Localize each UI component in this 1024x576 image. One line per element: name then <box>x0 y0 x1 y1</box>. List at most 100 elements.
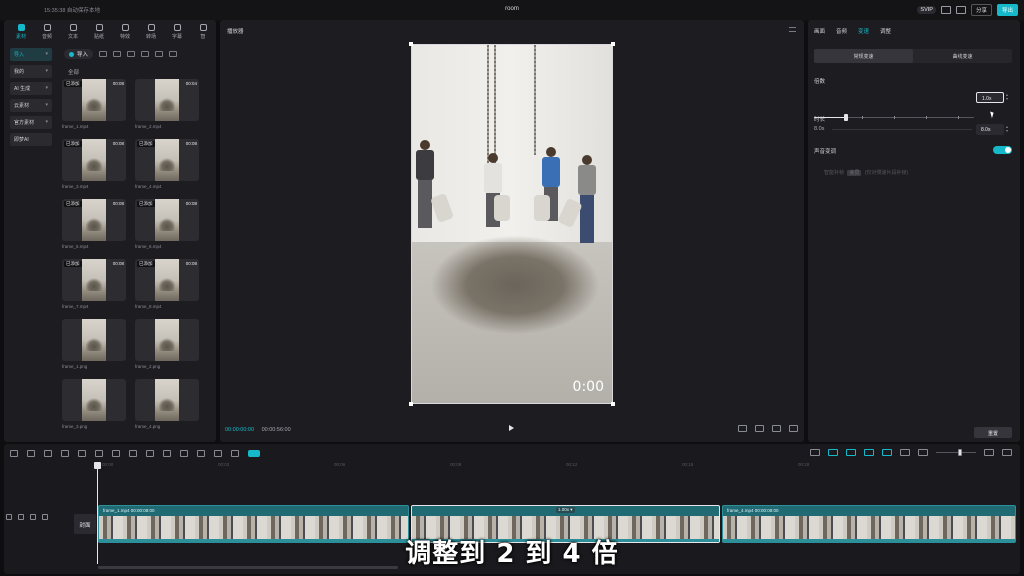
category-import[interactable]: 导入 ▾ <box>10 48 52 61</box>
chevron-down-icon: ▾ <box>45 119 48 125</box>
tool-effects[interactable]: 特效 <box>112 22 138 40</box>
segment-curve-speed[interactable]: 曲线变速 <box>913 49 1012 63</box>
category-official[interactable]: 官方素材 ▾ <box>10 116 52 129</box>
shortcut-icon[interactable] <box>955 6 966 14</box>
zoom-knob[interactable] <box>958 449 962 456</box>
pitch-toggle[interactable] <box>993 146 1012 154</box>
tool-audio[interactable]: 音频 <box>34 22 60 40</box>
split-icon[interactable] <box>61 450 69 457</box>
reset-button[interactable]: 重置 <box>974 427 1012 438</box>
tool-smart[interactable]: 智 <box>190 22 216 40</box>
track-more-icon[interactable] <box>42 514 48 520</box>
snap-icon[interactable] <box>846 449 856 456</box>
ratio-icon[interactable] <box>738 425 747 432</box>
screenshot-icon[interactable] <box>772 425 781 432</box>
duration-stepper-icon[interactable]: ▴ ▾ <box>1006 125 1010 134</box>
tab-audio[interactable]: 音频 <box>836 27 847 35</box>
crop-tool-icon[interactable] <box>214 450 222 457</box>
rotate-icon[interactable] <box>197 450 205 457</box>
fullscreen-icon[interactable] <box>789 425 798 432</box>
media-item[interactable]: 已添加 00:08 frame_8.mp4 <box>135 259 199 309</box>
time-ruler[interactable]: 00:00 00:03 00:06 00:09 00:12 00:15 00:18 <box>98 462 1016 470</box>
speed-slider-knob[interactable] <box>844 114 848 121</box>
mirror-icon[interactable] <box>180 450 188 457</box>
tab-speed[interactable]: 变速 <box>858 27 869 35</box>
clip-speed-badge[interactable]: 1.00x ▾ <box>556 507 575 513</box>
freeze-icon[interactable] <box>146 450 154 457</box>
list-view-icon[interactable] <box>141 51 150 57</box>
preview-axis-icon[interactable] <box>882 449 892 456</box>
split-right-icon[interactable] <box>95 450 103 457</box>
media-item[interactable]: 已添加 00:08 frame_1.mp4 <box>62 79 126 129</box>
segment-normal-speed[interactable]: 常规变速 <box>814 49 913 63</box>
undo-icon[interactable] <box>27 450 35 457</box>
reverse-icon[interactable] <box>163 450 171 457</box>
fit-timeline-icon[interactable] <box>1002 449 1012 456</box>
delete-icon[interactable] <box>112 450 120 457</box>
export-button[interactable]: 导出 <box>996 4 1018 16</box>
media-item[interactable]: frame_2.png <box>135 319 199 369</box>
media-item[interactable]: 已添加 00:08 frame_4.mp4 <box>135 139 199 189</box>
share-button[interactable]: 分享 <box>970 4 992 16</box>
cover-button[interactable]: 封面 <box>74 514 96 534</box>
media-item[interactable]: 00:04 frame_2.mp4 <box>135 79 199 129</box>
track-hide-icon[interactable] <box>18 514 24 520</box>
track-mute-icon[interactable] <box>30 514 36 520</box>
tool-sticker[interactable]: 贴纸 <box>86 22 112 40</box>
redo-icon[interactable] <box>44 450 52 457</box>
zoom-out-icon[interactable] <box>918 449 928 456</box>
tool-caption[interactable]: 字幕 <box>164 22 190 40</box>
media-item[interactable]: frame_3.png <box>62 379 126 429</box>
crop-handle[interactable] <box>611 402 615 406</box>
link-main-track-icon[interactable] <box>828 449 838 456</box>
tool-text[interactable]: 文本 <box>60 22 86 40</box>
multiplier-stepper-icon[interactable]: ▴ ▾ <box>1006 93 1010 102</box>
import-button[interactable]: 导入 <box>64 49 94 59</box>
filter-dropdown-icon[interactable] <box>169 51 178 57</box>
ai-edit-icon[interactable] <box>248 450 260 457</box>
keyframe-icon[interactable] <box>231 450 239 457</box>
play-icon[interactable] <box>509 425 514 431</box>
split-left-icon[interactable] <box>78 450 86 457</box>
sort-icon[interactable] <box>155 51 164 57</box>
layout-icon[interactable] <box>940 6 951 14</box>
svip-badge[interactable]: SVIP <box>917 6 936 14</box>
media-item[interactable]: 已添加 00:08 frame_7.mp4 <box>62 259 126 309</box>
marker-icon[interactable] <box>129 450 137 457</box>
crop-icon[interactable] <box>755 425 764 432</box>
category-jimeng-ai[interactable]: 即梦AI <box>10 133 52 146</box>
crop-handle[interactable] <box>409 42 413 46</box>
caption-track-icon[interactable] <box>900 449 910 456</box>
media-item[interactable]: frame_4.png <box>135 379 199 429</box>
track-header <box>6 514 48 520</box>
category-mine[interactable]: 我的 ▾ <box>10 65 52 78</box>
linkage-icon[interactable] <box>864 449 874 456</box>
filter-icon[interactable] <box>113 51 122 57</box>
zoom-in-icon[interactable] <box>984 449 994 456</box>
grid-view-icon[interactable] <box>99 51 108 57</box>
zoom-slider[interactable] <box>936 449 976 456</box>
multiplier-input[interactable]: 1.0x <box>976 92 1004 103</box>
select-tool-icon[interactable] <box>10 450 18 457</box>
crop-handle[interactable] <box>611 42 615 46</box>
tab-picture[interactable]: 画面 <box>814 27 825 35</box>
video-preview[interactable]: 0:00 <box>411 44 613 404</box>
category-cloud[interactable]: 云素材 ▾ <box>10 99 52 112</box>
ruler-tick-label: 00:18 <box>798 462 810 467</box>
tab-adjust[interactable]: 调整 <box>880 27 891 35</box>
media-item[interactable]: 已添加 00:08 frame_6.mp4 <box>135 199 199 249</box>
category-ai-generate[interactable]: AI 生成 ▾ <box>10 82 52 95</box>
player-menu-icon[interactable] <box>789 27 796 32</box>
speed-slider[interactable] <box>814 114 974 121</box>
crop-handle[interactable] <box>409 402 413 406</box>
media-item[interactable]: 已添加 00:08 frame_3.mp4 <box>62 139 126 189</box>
media-item[interactable]: frame_1.png <box>62 319 126 369</box>
media-item[interactable]: 已添加 00:08 frame_5.mp4 <box>62 199 126 249</box>
tool-media[interactable]: 素材 <box>8 22 34 40</box>
slider-tick <box>894 116 895 119</box>
microphone-icon[interactable] <box>810 449 820 456</box>
track-lock-icon[interactable] <box>6 514 12 520</box>
duration-input[interactable]: 8.0s <box>976 124 1004 135</box>
tool-transition[interactable]: 转场 <box>138 22 164 40</box>
refresh-icon[interactable] <box>127 51 136 57</box>
